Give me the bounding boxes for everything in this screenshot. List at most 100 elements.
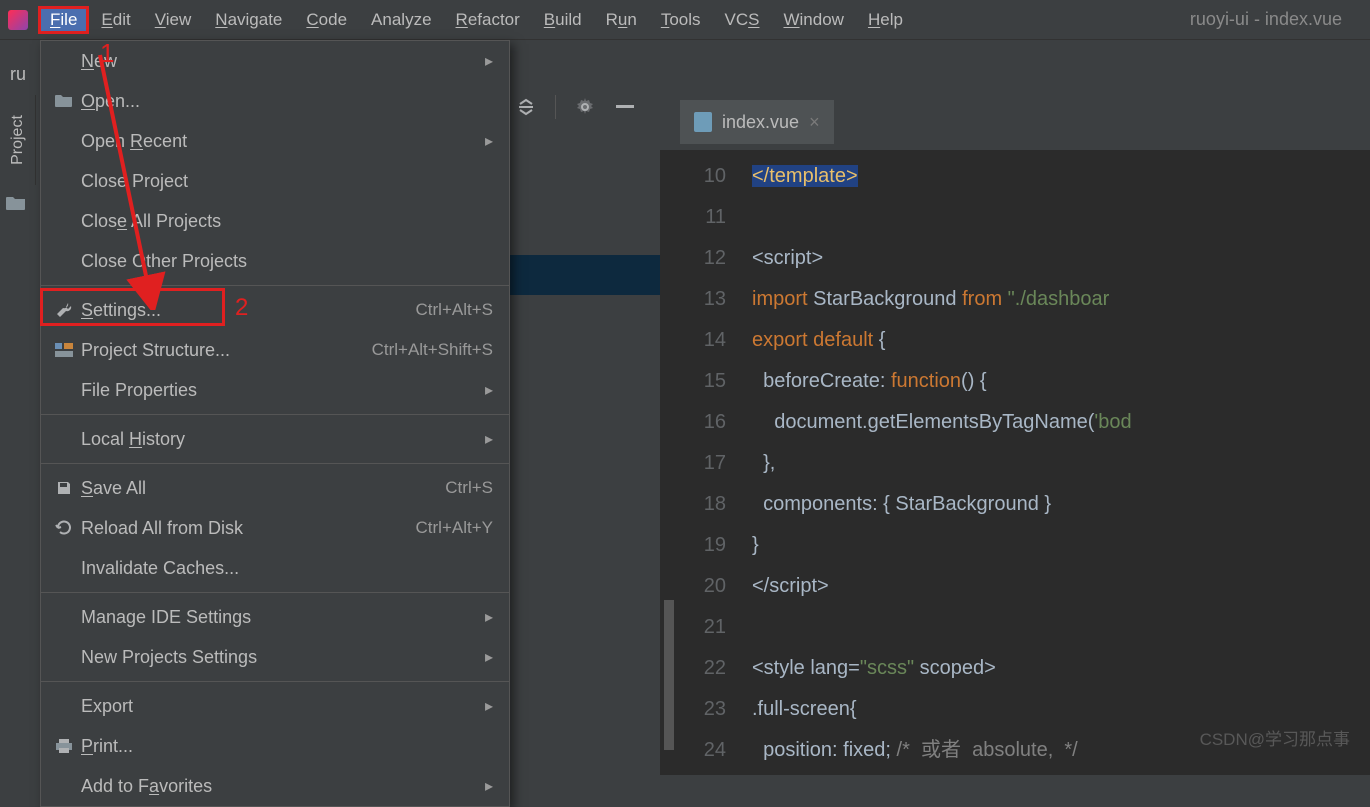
chevron-right-icon: ▸ (485, 131, 493, 151)
menu-vcs[interactable]: VCS (713, 6, 772, 34)
code-line[interactable]: .full-screen{ (752, 689, 1370, 730)
menu-item-label: Project Structure... (77, 340, 372, 361)
menu-separator (41, 414, 509, 415)
gutter-margin (660, 150, 680, 775)
menu-open[interactable]: Open... (41, 81, 509, 121)
file-menu-dropdown: New▸Open...Open Recent▸Close ProjectClos… (40, 40, 510, 807)
menu-close-all[interactable]: Close All Projects (41, 201, 509, 241)
menu-reload[interactable]: Reload All from DiskCtrl+Alt+Y (41, 508, 509, 548)
code-line[interactable]: </script> (752, 566, 1370, 607)
app-logo-icon (8, 10, 28, 30)
menu-invalidate[interactable]: Invalidate Caches... (41, 548, 509, 588)
menu-build[interactable]: Build (532, 6, 594, 34)
chevron-right-icon: ▸ (485, 696, 493, 716)
code-line[interactable]: beforeCreate: function() { (752, 361, 1370, 402)
chevron-right-icon: ▸ (485, 380, 493, 400)
watermark: CSDN@学习那点事 (1200, 725, 1350, 750)
menu-settings[interactable]: Settings...Ctrl+Alt+S (41, 290, 509, 330)
reload-icon (51, 519, 77, 537)
menu-save-all[interactable]: Save AllCtrl+S (41, 468, 509, 508)
menu-export[interactable]: Export▸ (41, 686, 509, 726)
code-line[interactable]: components: { StarBackground } (752, 484, 1370, 525)
menu-tools[interactable]: Tools (649, 6, 713, 34)
line-number: 18 (680, 484, 726, 525)
editor-tabs: index.vue × (680, 100, 834, 144)
project-tool-tab[interactable]: Project (0, 95, 36, 185)
menu-project-structure[interactable]: Project Structure...Ctrl+Alt+Shift+S (41, 330, 509, 370)
code-line[interactable] (752, 197, 1370, 238)
menu-run[interactable]: Run (594, 6, 649, 34)
menu-print[interactable]: Print... (41, 726, 509, 766)
menu-separator (41, 592, 509, 593)
wrench-icon (51, 301, 77, 319)
menu-item-label: New Projects Settings (77, 647, 493, 668)
shortcut-label: Ctrl+Alt+Shift+S (372, 340, 493, 360)
menu-close-project[interactable]: Close Project (41, 161, 509, 201)
code-line[interactable]: } (752, 525, 1370, 566)
shortcut-label: Ctrl+Alt+Y (416, 518, 493, 538)
line-number: 16 (680, 402, 726, 443)
menu-file-props[interactable]: File Properties▸ (41, 370, 509, 410)
selection-highlight (510, 255, 675, 295)
code-line[interactable]: export default { (752, 320, 1370, 361)
menu-close-other[interactable]: Close Other Projects (41, 241, 509, 281)
tab-index-vue[interactable]: index.vue × (680, 100, 834, 144)
menu-local-history[interactable]: Local History▸ (41, 419, 509, 459)
code-editor[interactable]: 101112131415161718192021222324 </templat… (660, 150, 1370, 775)
scrollbar-thumb[interactable] (664, 600, 674, 750)
code-line[interactable]: }, (752, 443, 1370, 484)
chevron-right-icon: ▸ (485, 647, 493, 667)
project-tab-label: Project (9, 115, 27, 165)
code-line[interactable]: </template> (752, 156, 1370, 197)
line-number: 15 (680, 361, 726, 402)
window-title: ruoyi-ui - index.vue (1190, 9, 1342, 30)
menu-item-label: Add to Favorites (77, 776, 493, 797)
chevron-right-icon: ▸ (485, 51, 493, 71)
expand-collapse-icon[interactable] (515, 96, 537, 118)
gear-icon[interactable] (574, 96, 596, 118)
menu-item-label: Open Recent (77, 131, 493, 152)
menu-item-label: Reload All from Disk (77, 518, 416, 539)
folder-icon[interactable] (6, 195, 26, 211)
code-line[interactable]: <style lang="scss" scoped> (752, 648, 1370, 689)
code-line[interactable] (752, 607, 1370, 648)
chevron-right-icon: ▸ (485, 607, 493, 627)
menu-view[interactable]: View (143, 6, 204, 34)
menu-analyze[interactable]: Analyze (359, 6, 443, 34)
line-number: 20 (680, 566, 726, 607)
menu-manage-ide[interactable]: Manage IDE Settings▸ (41, 597, 509, 637)
code-line[interactable]: <script> (752, 238, 1370, 279)
menu-open-recent[interactable]: Open Recent▸ (41, 121, 509, 161)
menu-favorites[interactable]: Add to Favorites▸ (41, 766, 509, 806)
menu-item-label: Close Project (77, 171, 493, 192)
menu-file[interactable]: File (38, 6, 89, 34)
menu-item-label: Export (77, 696, 493, 717)
menu-separator (41, 681, 509, 682)
file-icon (694, 112, 712, 132)
menubar: FileEditViewNavigateCodeAnalyzeRefactorB… (0, 0, 1370, 40)
menu-window[interactable]: Window (771, 6, 855, 34)
menu-help[interactable]: Help (856, 6, 915, 34)
structure-icon (51, 343, 77, 357)
code-content[interactable]: </template> <script>import StarBackgroun… (736, 150, 1370, 775)
menu-refactor[interactable]: Refactor (444, 6, 532, 34)
menu-new-proj-settings[interactable]: New Projects Settings▸ (41, 637, 509, 677)
menu-item-label: Invalidate Caches... (77, 558, 493, 579)
menu-navigate[interactable]: Navigate (203, 6, 294, 34)
hide-icon[interactable] (614, 96, 636, 118)
menu-item-label: Save All (77, 478, 445, 499)
code-line[interactable]: document.getElementsByTagName('bod (752, 402, 1370, 443)
annotation-2: 2 (235, 294, 248, 322)
chevron-right-icon: ▸ (485, 429, 493, 449)
close-icon[interactable]: × (809, 112, 820, 133)
code-line[interactable]: import StarBackground from "./dashboar (752, 279, 1370, 320)
menu-item-label: Open... (77, 91, 493, 112)
menu-edit[interactable]: Edit (89, 6, 142, 34)
menu-code[interactable]: Code (294, 6, 359, 34)
menu-separator (41, 463, 509, 464)
breadcrumb-text: ru (10, 64, 26, 85)
line-number: 17 (680, 443, 726, 484)
line-number: 13 (680, 279, 726, 320)
menu-item-label: New (77, 51, 493, 72)
print-icon (51, 738, 77, 754)
